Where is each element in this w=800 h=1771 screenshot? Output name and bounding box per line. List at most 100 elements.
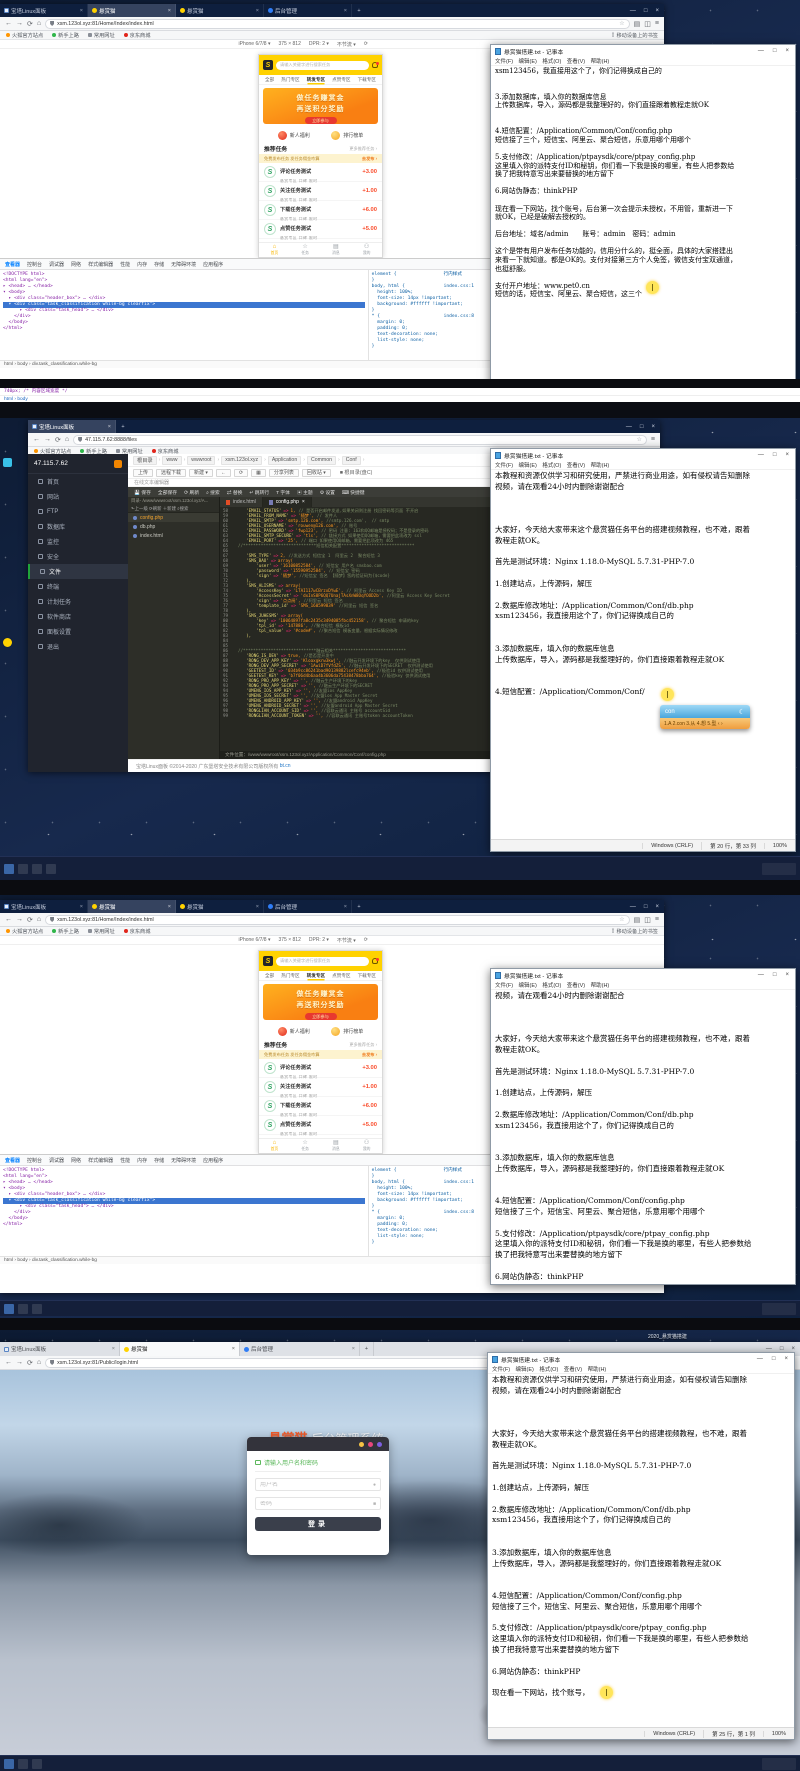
- forward-icon[interactable]: →: [44, 436, 51, 443]
- baota-menu-item[interactable]: 监控: [28, 534, 128, 549]
- category-tab[interactable]: 全部: [265, 77, 274, 83]
- toolbar-button[interactable]: ←: [216, 469, 231, 477]
- breadcrumb-segment[interactable]: wwwroot: [187, 456, 215, 465]
- tab-close-icon[interactable]: ×: [108, 424, 111, 430]
- breadcrumb-segment[interactable]: 根目录: [133, 456, 157, 465]
- url-bar[interactable]: 47.115.7.62:8888/files☆: [73, 435, 647, 445]
- html-line[interactable]: </html>: [3, 1222, 365, 1228]
- close-button[interactable]: ×: [655, 8, 659, 14]
- editor-tab-config[interactable]: config.php×: [263, 497, 312, 507]
- minimize-button[interactable]: —: [757, 1356, 763, 1362]
- message-badge[interactable]: [114, 460, 122, 468]
- inspector-html-pane[interactable]: <!DOCTYPE html><html lang="en">▸ <head> …: [0, 270, 368, 360]
- editor-toolbar-button[interactable]: 💾 保存: [134, 489, 151, 496]
- minimize-button[interactable]: —: [630, 904, 636, 910]
- toolbar-button[interactable]: ▦: [251, 469, 266, 477]
- bookmark-star-icon[interactable]: ☆: [637, 436, 642, 443]
- bookmark-item[interactable]: 常用网址: [88, 928, 115, 935]
- baota-menu-item[interactable]: 文件: [28, 564, 128, 579]
- reload-icon[interactable]: ⟳: [27, 1359, 33, 1367]
- minimize-button[interactable]: —: [758, 452, 764, 458]
- baota-host[interactable]: 47.115.7.62: [28, 454, 128, 474]
- tab-close-icon[interactable]: ×: [344, 8, 347, 14]
- quick-entry[interactable]: 排行榜单: [331, 131, 363, 140]
- bookmark-item[interactable]: 常用网址: [88, 32, 115, 39]
- toolbar-button[interactable]: 新建 ▾: [189, 469, 213, 477]
- maximize-button[interactable]: □: [773, 48, 777, 54]
- category-tab[interactable]: 转发专区: [307, 77, 325, 83]
- devtools-tab[interactable]: 应用程序: [203, 261, 223, 268]
- toolbar-button[interactable]: 回收站 ▾: [302, 469, 331, 477]
- notepad-title-bar[interactable]: 悬赏猫搭建.txt - 记事本 —□×: [491, 45, 795, 57]
- menu-icon[interactable]: ≡: [655, 20, 659, 27]
- tab-xsm-active[interactable]: 悬赏猫×: [120, 1342, 240, 1356]
- start-button[interactable]: [4, 1759, 14, 1769]
- tab-close-icon[interactable]: ×: [168, 8, 171, 14]
- throttle-selector[interactable]: 不节流 ▾: [337, 41, 356, 48]
- nav-item[interactable]: ⚇我的: [351, 1139, 382, 1153]
- category-tab[interactable]: 转发专区: [307, 973, 325, 979]
- category-tab[interactable]: 热门专区: [281, 973, 299, 979]
- close-button[interactable]: ×: [655, 904, 659, 910]
- nav-item[interactable]: ⌂首页: [259, 1139, 290, 1153]
- taskbar-app-icon[interactable]: [32, 1304, 42, 1314]
- devtools-tab[interactable]: 样式编辑器: [88, 1157, 113, 1164]
- banner-button[interactable]: 立即参与: [305, 117, 337, 124]
- library-icon[interactable]: ▤: [634, 20, 641, 28]
- username-input[interactable]: [260, 1482, 370, 1488]
- toolbar-button[interactable]: 上传: [133, 469, 153, 477]
- new-tab-button[interactable]: +: [116, 420, 130, 433]
- notepad-text[interactable]: 本教程和资源仅供学习和研究使用，严禁进行商业用途，如有侵权请告知删除 视频，请在…: [488, 1374, 794, 1727]
- back-icon[interactable]: ←: [5, 916, 12, 923]
- category-tab[interactable]: 下载专区: [358, 77, 376, 83]
- publish-link[interactable]: 去发布 ›: [362, 1052, 377, 1058]
- taskbar-app-icon[interactable]: [46, 864, 56, 874]
- bookmark-item[interactable]: 京东商城: [124, 928, 151, 935]
- back-icon[interactable]: ←: [5, 20, 12, 27]
- tab-xsm-home[interactable]: 悬赏猫×: [88, 4, 176, 17]
- devtools-tab[interactable]: 网络: [71, 261, 81, 268]
- quick-entry[interactable]: 排行榜单: [331, 1027, 363, 1036]
- tab-close-icon[interactable]: ×: [168, 904, 171, 910]
- btcn-link[interactable]: bt.cn: [280, 763, 291, 769]
- library-icon[interactable]: ▤: [634, 916, 641, 924]
- notepad-title-bar[interactable]: 悬赏猫搭建.txt - 记事本 —□×: [491, 449, 795, 461]
- maximize-button[interactable]: □: [644, 8, 648, 14]
- forward-icon[interactable]: →: [16, 20, 23, 27]
- nav-item[interactable]: ▤消息: [321, 243, 352, 257]
- tab-close-icon[interactable]: ×: [80, 8, 83, 14]
- tab-baota-panel[interactable]: 宝塔Linux面板×: [0, 4, 88, 17]
- devtools-tab[interactable]: 性能: [120, 261, 130, 268]
- bookmark-star-icon[interactable]: ☆: [619, 916, 624, 923]
- more-link[interactable]: 更多推荐任务 ›: [349, 146, 377, 152]
- start-button[interactable]: [4, 864, 14, 874]
- bell-icon[interactable]: [372, 958, 378, 964]
- notepad-title-bar[interactable]: 悬赏猫搭建.txt - 记事本 —□×: [491, 969, 795, 981]
- shield-icon[interactable]: [78, 437, 82, 442]
- notepad-text[interactable]: 本教程和资源仅供学习和研究使用，严禁进行商业用途，如有侵权请告知删除 视频，请在…: [491, 470, 795, 839]
- dpr-selector[interactable]: DPR: 2 ▾: [309, 41, 329, 47]
- close-button[interactable]: ×: [784, 1356, 788, 1362]
- password-input[interactable]: [260, 1501, 370, 1507]
- editor-toolbar-button[interactable]: ↵ 跳转行: [249, 489, 269, 496]
- nav-item[interactable]: ☆任务: [290, 243, 321, 257]
- editor-toolbar-button[interactable]: ⌕ 搜索: [206, 489, 220, 496]
- baota-menu-item[interactable]: 面板设置: [28, 624, 128, 639]
- devtools-tab[interactable]: 查看器: [5, 1157, 20, 1164]
- toolbar-button[interactable]: 分享列表: [269, 469, 299, 477]
- reload-icon[interactable]: ⟳: [27, 916, 33, 924]
- devtools-tab[interactable]: 内存: [137, 1157, 147, 1164]
- category-tab[interactable]: 热门专区: [281, 77, 299, 83]
- nav-item[interactable]: ☆任务: [290, 1139, 321, 1153]
- notepad-text[interactable]: 视频，请在观看24小时内删除谢谢配合 大家好，今天给大家带来这个悬赏猫任务平台的…: [491, 990, 795, 1284]
- baota-menu-item[interactable]: 安全: [28, 549, 128, 564]
- back-icon[interactable]: ←: [33, 436, 40, 443]
- maximize-button[interactable]: □: [640, 424, 644, 430]
- file-item[interactable]: config.php: [128, 513, 219, 522]
- file-panel-actions[interactable]: ⬑上一级 ⟳刷新 ＋新建 ⌕搜索: [128, 505, 219, 513]
- ime-candidates[interactable]: 1.A 2.con 3.从 4.想 5.型 ‹ ›: [660, 718, 750, 729]
- forward-icon[interactable]: →: [16, 916, 23, 923]
- taskbar-app-icon[interactable]: [18, 1304, 28, 1314]
- rotate-icon[interactable]: ⟳: [364, 937, 368, 943]
- html-line[interactable]: </html>: [3, 326, 365, 332]
